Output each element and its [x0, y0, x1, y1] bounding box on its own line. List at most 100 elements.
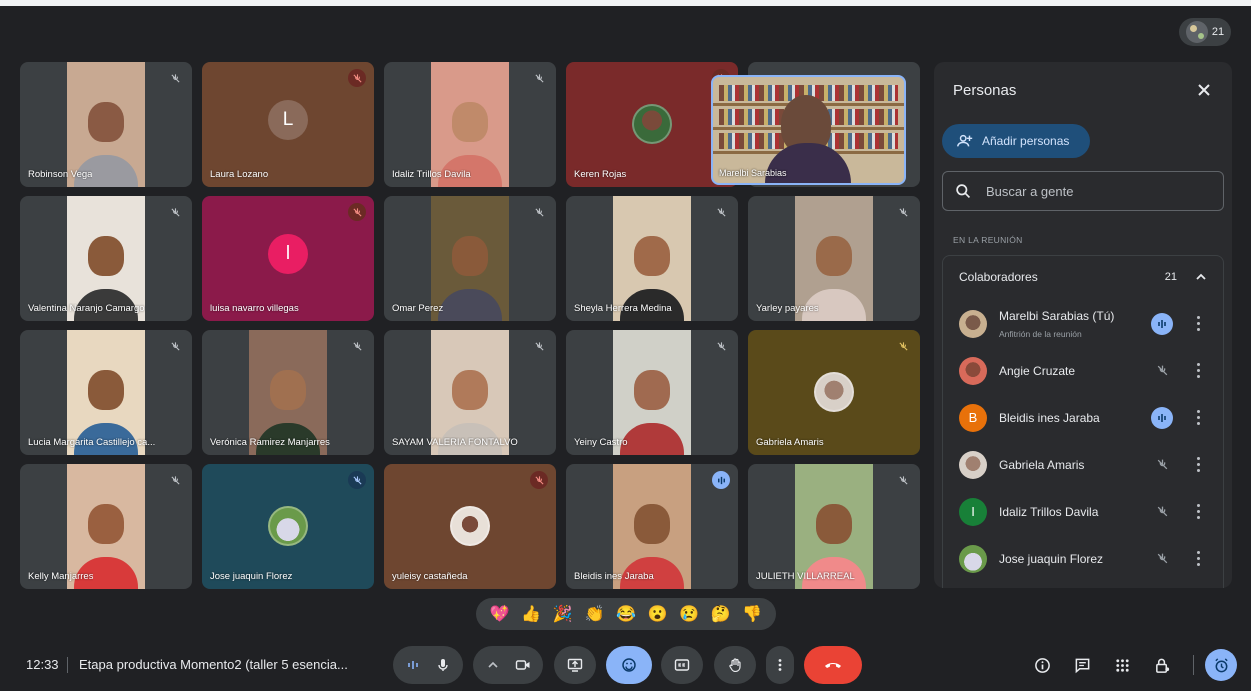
person-row[interactable]: Angie Cruzate — [943, 347, 1223, 394]
person-name: Jose juaquin Florez — [999, 551, 1104, 566]
participant-tile[interactable]: Sheyla Herrera Medina — [566, 196, 738, 321]
participant-name: JULIETH VILLARREAL — [756, 571, 855, 582]
participant-face — [816, 504, 852, 544]
participant-tile[interactable]: l luisa navarro villegas — [202, 196, 374, 321]
participants-avatars-icon — [1185, 21, 1208, 43]
more-options-icon[interactable] — [1193, 362, 1203, 380]
window-top-edge — [0, 0, 1251, 6]
avatar — [959, 450, 987, 479]
participant-tile[interactable]: Idaliz Trillos Davila — [384, 62, 556, 187]
participant-tile[interactable]: Yeiny Castro — [566, 330, 738, 455]
participant-name: Jose juaquin Florez — [210, 571, 293, 582]
participant-tile[interactable]: SAYAM VALERIA FONTALVO — [384, 330, 556, 455]
participant-name: Omar Perez — [392, 303, 444, 314]
group-count: 21 — [1164, 271, 1177, 283]
microphone-button[interactable] — [393, 646, 463, 684]
person-name: Idaliz Trillos Davila — [999, 504, 1099, 519]
group-label: Colaboradores — [959, 270, 1038, 284]
close-icon[interactable] — [1194, 80, 1214, 100]
raise-hand-button[interactable] — [714, 646, 756, 684]
avatar: I — [959, 497, 987, 526]
mic-off-icon — [530, 69, 548, 87]
participant-body — [620, 423, 684, 455]
participant-tile[interactable]: L Laura Lozano — [202, 62, 374, 187]
participant-tile[interactable]: Bleidis ines Jaraba — [566, 464, 738, 589]
activities-button[interactable] — [1109, 652, 1135, 678]
collaborators-header[interactable]: Colaboradores 21 — [959, 267, 1207, 287]
participant-tile[interactable]: Lucia Margarita Castillejo ca... — [20, 330, 192, 455]
more-options-icon[interactable] — [1193, 503, 1203, 521]
participants-count-chip[interactable]: 21 — [1179, 18, 1231, 46]
participant-tile[interactable]: JULIETH VILLARREAL — [748, 464, 920, 589]
add-people-button[interactable]: Añadir personas — [942, 124, 1090, 158]
mic-off-icon — [712, 337, 730, 355]
participant-name: Lucia Margarita Castillejo ca... — [28, 437, 156, 448]
mic-off-icon — [894, 471, 912, 489]
reaction-thinking[interactable]: 🤔 — [711, 604, 731, 624]
lock-person-icon — [1155, 658, 1169, 673]
mic-off-icon — [1151, 360, 1173, 382]
participant-name: Yarley payares — [756, 303, 819, 314]
speaking-indicator-icon — [1151, 312, 1173, 335]
meet-window: 21 Robinson Vega L Laura Lozano Idaliz T… — [0, 0, 1251, 691]
reactions-button[interactable] — [606, 646, 652, 684]
person-row[interactable]: Jose juaquin Florez — [943, 535, 1223, 582]
self-view-pip[interactable]: Marelbi Sarabias — [711, 75, 906, 185]
host-controls-button[interactable] — [1149, 652, 1175, 678]
person-row[interactable]: Gabriela Amaris — [943, 441, 1223, 488]
alarm-clock-icon — [1214, 657, 1228, 672]
participant-tile[interactable]: Yarley payares — [748, 196, 920, 321]
person-row[interactable]: B Bleidis ines Jaraba — [943, 394, 1223, 441]
participant-tile[interactable]: Kelly Manjarres — [20, 464, 192, 589]
mic-off-icon — [166, 337, 184, 355]
reaction-surprised[interactable]: 😮 — [648, 604, 668, 624]
person-name: Angie Cruzate — [999, 363, 1076, 378]
chevron-up-icon — [488, 661, 498, 668]
phone-hangup-icon — [825, 663, 841, 668]
more-options-icon[interactable] — [1193, 456, 1203, 474]
participant-tile[interactable]: Omar Perez — [384, 196, 556, 321]
more-vertical-icon — [778, 659, 782, 671]
participant-name: Gabriela Amaris — [756, 437, 824, 448]
participant-name: Keren Rojas — [574, 169, 627, 180]
mic-off-icon — [530, 337, 548, 355]
end-call-button[interactable] — [804, 646, 862, 684]
avatar — [814, 372, 854, 412]
reaction-thumbs-down[interactable]: 👎 — [742, 604, 762, 624]
participant-face — [88, 102, 124, 142]
chat-button[interactable] — [1069, 652, 1095, 678]
more-options-button[interactable] — [766, 646, 794, 684]
reaction-party[interactable]: 🎉 — [553, 604, 573, 624]
mic-off-icon — [348, 69, 366, 87]
more-options-icon[interactable] — [1193, 409, 1203, 427]
more-options-icon[interactable] — [1193, 550, 1203, 568]
participant-tile[interactable]: Gabriela Amaris — [748, 330, 920, 455]
participant-tile[interactable]: Verónica Ramirez Manjarres — [202, 330, 374, 455]
participant-name: Bleidis ines Jaraba — [574, 571, 654, 582]
avatar — [632, 104, 672, 144]
participant-face — [270, 370, 306, 410]
mic-off-icon — [1151, 454, 1173, 476]
present-screen-button[interactable] — [554, 646, 596, 684]
reaction-thumbs-up[interactable]: 👍 — [521, 604, 541, 624]
more-options-icon[interactable] — [1193, 315, 1203, 333]
reaction-clap[interactable]: 👏 — [584, 604, 604, 624]
participant-tile[interactable]: yuleisy castañeda — [384, 464, 556, 589]
mic-off-icon — [348, 203, 366, 221]
reaction-laugh[interactable]: 😂 — [616, 604, 636, 624]
person-row[interactable]: Marelbi Sarabias (Tú) Anfitrión de la re… — [943, 300, 1223, 347]
captions-button[interactable] — [661, 646, 703, 684]
person-name: Gabriela Amaris — [999, 457, 1085, 472]
mic-off-icon — [1151, 548, 1173, 570]
participant-tile[interactable]: Valentina Naranjo Camargo — [20, 196, 192, 321]
participant-tile[interactable]: Jose juaquin Florez — [202, 464, 374, 589]
avatar — [959, 309, 987, 338]
timer-button[interactable] — [1205, 649, 1237, 681]
participant-tile[interactable]: Robinson Vega — [20, 62, 192, 187]
reaction-heart[interactable]: 💖 — [490, 604, 510, 624]
person-row[interactable]: I Idaliz Trillos Davila — [943, 488, 1223, 535]
search-people-input[interactable]: Buscar a gente — [942, 171, 1224, 211]
reaction-sad[interactable]: 😢 — [679, 604, 699, 624]
meeting-details-button[interactable] — [1029, 652, 1055, 678]
camera-button[interactable] — [473, 646, 543, 684]
